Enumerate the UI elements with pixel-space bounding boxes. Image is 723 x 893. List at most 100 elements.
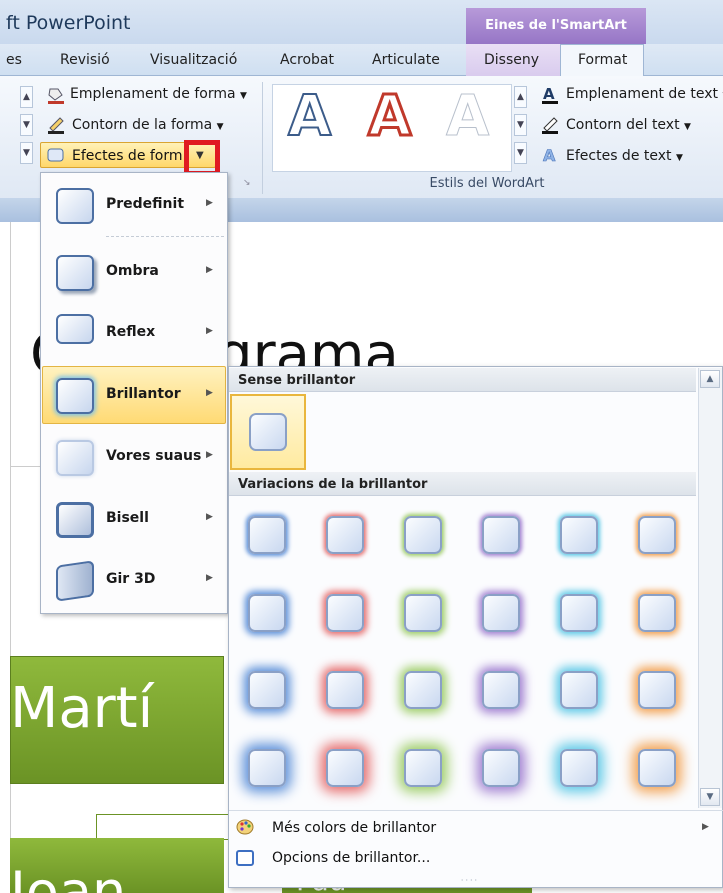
- glow-option-swatch[interactable]: [326, 516, 364, 554]
- menu-item-label: Brillantor: [106, 386, 181, 402]
- glow-option-swatch[interactable]: [560, 594, 598, 632]
- glow-option-swatch[interactable]: [638, 671, 676, 709]
- glow-option-swatch[interactable]: [326, 749, 364, 787]
- app-title: ft PowerPoint: [6, 12, 131, 34]
- scroll-up-button[interactable]: ▲: [700, 370, 720, 388]
- chevron-down-icon: ▼: [684, 122, 691, 132]
- wordart-style-outline-blue[interactable]: A: [287, 83, 332, 150]
- chevron-right-icon: ▶: [206, 512, 213, 522]
- shape-outline-label: Contorn de la forma: [72, 117, 213, 133]
- smartart-connector-box[interactable]: [96, 814, 234, 840]
- glow-option-swatch[interactable]: [248, 516, 286, 554]
- soft-edges-effect-icon: [56, 440, 94, 476]
- menu-item-label: Bisell: [106, 510, 149, 526]
- tab-disseny[interactable]: Disseny: [484, 52, 539, 68]
- menu-item-vores-suaus[interactable]: Vores suaus ▶: [42, 428, 226, 486]
- text-outline-button[interactable]: Contorn del text ▼: [566, 117, 691, 133]
- menu-item-gir-3d[interactable]: Gir 3D ▶: [42, 551, 226, 609]
- glow-variations-header: Variacions de la brillantor: [229, 472, 696, 496]
- menu-item-brillantor[interactable]: Brillantor ▶: [42, 366, 226, 424]
- menu-item-label: Predefinit: [106, 196, 185, 212]
- chevron-right-icon: ▶: [206, 265, 213, 275]
- wordart-style-outline-red[interactable]: A: [366, 83, 412, 151]
- glow-option-swatch[interactable]: [248, 671, 286, 709]
- glow-option-swatch[interactable]: [638, 516, 676, 554]
- glow-option-swatch[interactable]: [638, 594, 676, 632]
- menu-item-reflex[interactable]: Reflex ▶: [42, 304, 226, 362]
- text-outline-label: Contorn del text: [566, 117, 680, 133]
- glow-options-icon: [236, 850, 254, 866]
- chevron-right-icon: ▶: [206, 573, 213, 583]
- scroll-down-button[interactable]: ▼: [700, 788, 720, 806]
- glow-option-swatch[interactable]: [482, 594, 520, 632]
- svg-text:A: A: [543, 146, 556, 164]
- smartart-node-marti-text: Martí: [10, 676, 154, 741]
- text-fill-button[interactable]: Emplenament de text ▼: [566, 86, 723, 102]
- text-outline-icon: [542, 117, 558, 134]
- chevron-right-icon: ▶: [206, 198, 213, 208]
- shape-style-scroll-down[interactable]: ▼: [20, 114, 33, 136]
- menu-item-bisell[interactable]: Bisell ▶: [42, 490, 226, 548]
- shadow-effect-icon: [56, 255, 94, 291]
- wordart-more[interactable]: ▼: [514, 142, 527, 164]
- tab-acrobat[interactable]: Acrobat: [280, 52, 334, 68]
- shape-fill-button[interactable]: Emplenament de forma ▼: [70, 86, 247, 102]
- shape-fill-label: Emplenament de forma: [70, 86, 236, 102]
- wordart-scroll-down[interactable]: ▼: [514, 114, 527, 136]
- chevron-down-icon[interactable]: ▼: [196, 150, 204, 161]
- glow-option-swatch[interactable]: [404, 671, 442, 709]
- pencil-icon: [48, 117, 64, 134]
- tab-articulate[interactable]: Articulate: [372, 52, 440, 68]
- text-fill-icon: A: [542, 86, 558, 104]
- tab-format[interactable]: Format: [578, 52, 627, 68]
- more-glow-colors-item[interactable]: Més colors de brillantor: [272, 820, 436, 836]
- chevron-right-icon: ▶: [206, 326, 213, 336]
- wordart-scroll-up[interactable]: ▲: [514, 86, 527, 108]
- glow-option-swatch[interactable]: [404, 749, 442, 787]
- menu-item-predefinit[interactable]: Predefinit ▶: [42, 176, 226, 234]
- glow-option-swatch[interactable]: [560, 749, 598, 787]
- shape-effects-icon: [47, 148, 64, 162]
- shape-style-scroll-up[interactable]: ▲: [20, 86, 33, 108]
- chevron-down-icon: ▼: [675, 153, 683, 163]
- glow-option-swatch[interactable]: [404, 594, 442, 632]
- paint-bucket-icon: [48, 88, 64, 104]
- glow-option-swatch[interactable]: [248, 749, 286, 787]
- ribbon-group-separator: [262, 82, 263, 194]
- chevron-right-icon: ▶: [206, 450, 213, 460]
- tab-revisio[interactable]: Revisió: [60, 52, 110, 68]
- text-effects-icon: A: [543, 146, 557, 164]
- no-glow-swatch-icon: [249, 413, 287, 451]
- shape-outline-button[interactable]: Contorn de la forma ▼: [72, 117, 224, 133]
- glow-options-item[interactable]: Opcions de brillantor...: [272, 850, 430, 866]
- chevron-right-icon: ▶: [206, 388, 213, 398]
- tab-es[interactable]: es: [6, 52, 22, 68]
- glow-option-swatch[interactable]: [482, 516, 520, 554]
- text-effects-button[interactable]: Efectes de text ▼: [566, 148, 683, 164]
- resize-grip-icon[interactable]: ····: [450, 876, 490, 885]
- glow-option-swatch[interactable]: [248, 594, 286, 632]
- glow-option-swatch[interactable]: [560, 671, 598, 709]
- glow-option-swatch[interactable]: [482, 671, 520, 709]
- wordart-style-outline-gray[interactable]: A: [445, 84, 489, 150]
- preset-effect-icon: [56, 188, 94, 224]
- menu-item-ombra[interactable]: Ombra ▶: [42, 243, 226, 301]
- glow-gallery-scrollbar[interactable]: [698, 368, 722, 808]
- svg-text:A: A: [543, 86, 555, 103]
- chevron-down-icon: ▼: [240, 91, 247, 101]
- glow-option-swatch[interactable]: [638, 749, 676, 787]
- glow-option-swatch[interactable]: [560, 516, 598, 554]
- no-glow-option[interactable]: [230, 394, 306, 470]
- glow-option-swatch[interactable]: [482, 749, 520, 787]
- glow-option-swatch[interactable]: [326, 671, 364, 709]
- chevron-right-icon: ▶: [702, 822, 709, 832]
- tab-visualitzacio[interactable]: Visualització: [150, 52, 237, 68]
- glow-option-swatch[interactable]: [404, 516, 442, 554]
- dialog-launcher-icon[interactable]: ↘: [243, 178, 251, 188]
- glow-option-swatch[interactable]: [326, 594, 364, 632]
- menu-separator: [106, 236, 224, 237]
- chevron-down-icon: ▼: [216, 122, 224, 132]
- palette-icon: [236, 819, 254, 835]
- menu-item-label: Gir 3D: [106, 571, 156, 587]
- shape-style-more[interactable]: ▼: [20, 142, 33, 164]
